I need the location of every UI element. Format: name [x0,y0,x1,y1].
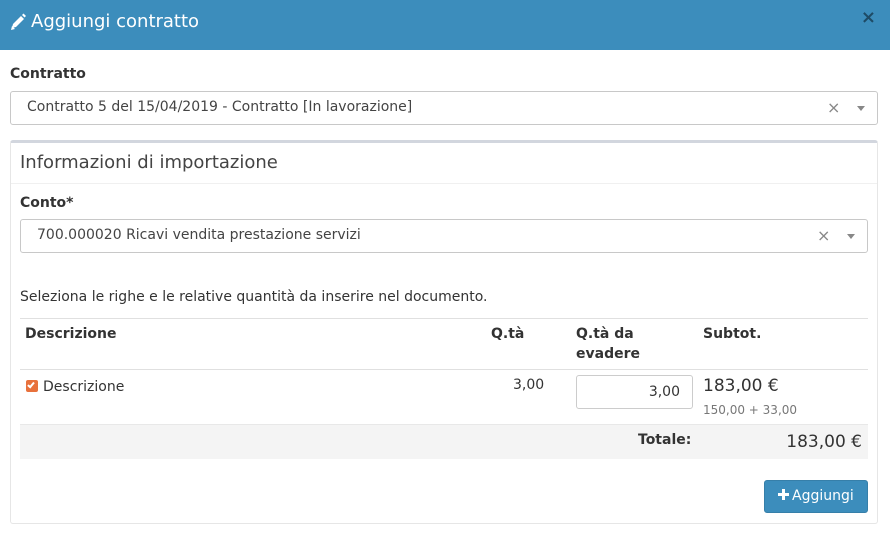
chevron-down-icon[interactable] [847,234,855,239]
plus-icon [778,489,789,500]
chevron-down-icon[interactable] [857,106,865,111]
contract-clear-icon[interactable]: × [827,99,840,117]
pencil-icon [11,13,26,30]
account-label: Conto* [20,195,74,211]
row-checkbox[interactable] [26,380,38,392]
row-subtotal: 183,00 € [703,376,779,396]
modal-title: Aggiungi contratto [31,11,200,32]
total-label: Totale: [638,432,692,448]
add-button[interactable]: Aggiungi [764,480,868,513]
qty-to-process-input[interactable] [576,375,693,409]
modal-header: Aggiungi contratto × [0,0,890,50]
header-qty-to-process: Q.tà da evadere [576,326,640,362]
panel-header: Informazioni di importazione [11,143,877,184]
add-button-label: Aggiungi [792,488,854,504]
row-description: Descrizione [43,379,125,395]
contract-select-value: Contratto 5 del 15/04/2019 - Contratto [… [27,99,413,115]
row-subtotal-detail: 150,00 + 33,00 [703,403,798,417]
panel-title: Informazioni di importazione [20,152,278,173]
contract-select[interactable]: Contratto 5 del 15/04/2019 - Contratto [… [10,91,878,125]
header-subtotal: Subtot. [703,326,762,342]
header-qty: Q.tà [491,326,525,342]
header-description: Descrizione [25,326,117,342]
check-icon [27,380,35,389]
contract-label: Contratto [10,66,86,82]
total-value: 183,00 € [786,432,862,452]
account-select-value: 700.000020 Ricavi vendita prestazione se… [37,227,361,243]
close-icon[interactable]: × [861,8,876,28]
account-clear-icon[interactable]: × [817,227,830,245]
account-select[interactable]: 700.000020 Ricavi vendita prestazione se… [20,219,868,253]
instructions-text: Seleziona le righe e le relative quantit… [20,289,488,305]
row-qty: 3,00 [513,377,545,393]
total-row [20,425,868,459]
